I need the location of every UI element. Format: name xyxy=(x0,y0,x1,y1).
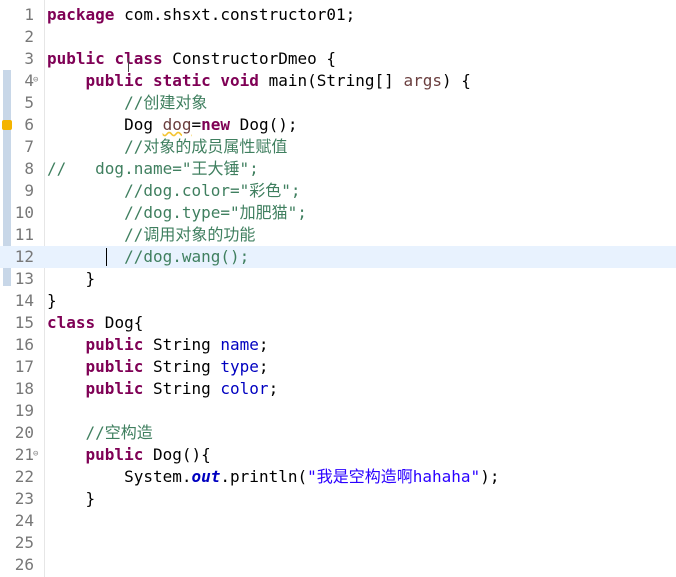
code-text[interactable]: System.out.println("我是空构造啊hahaha"); xyxy=(47,466,499,488)
line-number: 16 xyxy=(14,335,34,354)
code-line[interactable]: 11 //调用对象的功能 xyxy=(0,224,676,246)
line-number: 10 xyxy=(14,203,34,222)
line-number: 25 xyxy=(14,533,34,552)
line-number: 3 xyxy=(24,49,34,68)
line-number: 26 xyxy=(14,555,34,574)
code-line[interactable]: 3 public class ConstructorDmeo { xyxy=(0,48,676,72)
code-text[interactable]: public String color; xyxy=(47,378,279,400)
line-number: 15 xyxy=(14,313,34,332)
code-line[interactable]: 19 xyxy=(0,400,676,422)
code-text[interactable]: public String name; xyxy=(47,334,269,356)
code-line[interactable]: 13 } xyxy=(0,268,676,290)
code-line[interactable]: 24 xyxy=(0,510,676,532)
code-line[interactable]: 7 //对象的成员属性赋值 xyxy=(0,136,676,158)
line-number: 17 xyxy=(14,357,34,376)
line-number: 5 xyxy=(24,93,34,112)
line-number: 7 xyxy=(24,137,34,156)
line-number: 18 xyxy=(14,379,34,398)
code-text[interactable]: package com.shsxt.constructor01; xyxy=(47,4,355,26)
code-text[interactable]: //创建对象 xyxy=(47,92,207,114)
line-number: 23 xyxy=(14,489,34,508)
line-number: 1 xyxy=(24,5,34,24)
code-text[interactable]: } xyxy=(47,268,96,290)
code-line[interactable]: 1 package com.shsxt.constructor01; xyxy=(0,4,676,26)
code-line[interactable]: 25 xyxy=(0,532,676,554)
code-line[interactable]: 17 public String type; xyxy=(0,356,676,378)
code-text[interactable]: } xyxy=(47,488,96,510)
line-number: 8 xyxy=(24,159,34,178)
code-line[interactable]: 18 public String color; xyxy=(0,378,676,400)
code-text[interactable]: //空构造 xyxy=(47,422,153,444)
code-text[interactable]: //dog.color="彩色"; xyxy=(47,180,301,202)
code-text[interactable]: public static void main(String[] args) { xyxy=(47,70,471,92)
code-text[interactable]: //dog.type="加肥猫"; xyxy=(47,202,307,224)
line-number: 20 xyxy=(14,423,34,442)
line-number: 22 xyxy=(14,467,34,486)
code-line[interactable]: 10 //dog.type="加肥猫"; xyxy=(0,202,676,224)
code-line[interactable]: 15 class Dog{ xyxy=(0,312,676,334)
line-number: 11 xyxy=(14,225,34,244)
line-number: 12 xyxy=(14,247,34,266)
line-number: 9 xyxy=(24,181,34,200)
code-line[interactable]: 26 xyxy=(0,554,676,576)
code-text[interactable]: Dog dog=new Dog(); xyxy=(47,114,297,136)
code-text[interactable]: // dog.name="王大锤"; xyxy=(47,158,259,180)
code-text[interactable]: //调用对象的功能 xyxy=(47,224,255,246)
code-editor[interactable]: 1 package com.shsxt.constructor01; 2 3 p… xyxy=(0,0,676,577)
code-line[interactable]: 8 // dog.name="王大锤"; xyxy=(0,158,676,180)
code-line[interactable]: 4 ⊖ public static void main(String[] arg… xyxy=(0,70,676,92)
code-line[interactable]: 14 } xyxy=(0,290,676,312)
code-line[interactable]: 16 public String name; xyxy=(0,334,676,356)
line-number: 6 xyxy=(24,115,34,134)
line-number: 4 xyxy=(24,71,34,90)
code-text[interactable]: //对象的成员属性赋值 xyxy=(47,136,287,158)
code-line[interactable]: 23 } xyxy=(0,488,676,510)
code-text[interactable]: } xyxy=(47,290,57,312)
code-text[interactable]: class Dog{ xyxy=(47,312,143,334)
current-code-line[interactable]: 12 //dog.wang(); xyxy=(0,246,676,268)
code-line[interactable]: 6 Dog dog=new Dog(); xyxy=(0,114,676,136)
line-number: 13 xyxy=(14,269,34,288)
code-text[interactable]: public Dog(){ xyxy=(47,444,211,466)
warning-marker-icon[interactable] xyxy=(2,120,12,130)
line-number: 14 xyxy=(14,291,34,310)
code-line[interactable]: 2 xyxy=(0,26,676,48)
minus-fold-icon[interactable]: ⊖ xyxy=(33,450,42,459)
line-number: 19 xyxy=(14,401,34,420)
line-number: 24 xyxy=(14,511,34,530)
line-number: 2 xyxy=(24,27,34,46)
code-line[interactable]: 20 //空构造 xyxy=(0,422,676,444)
code-line[interactable]: 5 //创建对象 xyxy=(0,92,676,114)
code-text[interactable]: //dog.wang(); xyxy=(47,246,249,268)
line-number: 21 xyxy=(14,445,34,464)
code-text[interactable]: public String type; xyxy=(47,356,269,378)
text-cursor xyxy=(106,248,107,266)
code-line[interactable]: 22 System.out.println("我是空构造啊hahaha"); xyxy=(0,466,676,488)
code-line[interactable]: 9 //dog.color="彩色"; xyxy=(0,180,676,202)
code-line[interactable]: 21 ⊖ public Dog(){ xyxy=(0,444,676,466)
code-text[interactable]: public class ConstructorDmeo { xyxy=(47,48,336,70)
minus-fold-icon[interactable]: ⊖ xyxy=(33,76,42,85)
